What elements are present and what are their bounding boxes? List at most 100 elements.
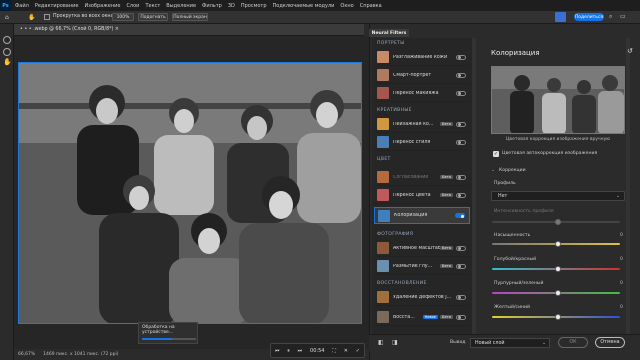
scroll-all-label: Прокрутка во всех окнах — [53, 14, 117, 19]
share-button[interactable]: Поделиться — [574, 13, 604, 21]
profile-strength-knob — [555, 219, 561, 225]
fit-screen-button[interactable]: Подогнать — [138, 13, 168, 21]
menu-file[interactable]: Файл — [15, 3, 29, 9]
beta-badge: Бета — [440, 175, 453, 179]
menu-plugins[interactable]: Подключаемые модули — [273, 3, 335, 9]
category-restoration: ВОССТАНОВЛЕНИЕ — [377, 281, 427, 286]
filter-jpeg-artifacts[interactable]: Удаление дефектов J... — [374, 289, 470, 306]
magenta-green-knob[interactable] — [555, 290, 561, 296]
filter-toggle[interactable] — [456, 314, 466, 320]
filter-skin-smoothing[interactable]: Разглаживание кожи — [374, 49, 470, 66]
cyan-red-knob[interactable] — [555, 266, 561, 272]
colorize-preview[interactable] — [491, 66, 625, 134]
close-icon[interactable]: ✕ — [344, 348, 348, 354]
filter-thumbnail — [377, 87, 389, 99]
check-icon[interactable]: ✓ — [356, 348, 360, 354]
preview-image — [492, 67, 624, 133]
filter-thumbnail — [377, 291, 389, 303]
menu-help[interactable]: Справка — [360, 3, 382, 9]
menu-image[interactable]: Изображение — [84, 3, 120, 9]
cancel-button[interactable]: Отмена — [595, 337, 625, 348]
forward-icon[interactable]: ⏭ — [298, 348, 303, 354]
settings-title: Колоризация — [491, 49, 540, 57]
zoom-out-icon[interactable] — [3, 48, 11, 56]
workspace-icon[interactable]: ▭ — [620, 13, 626, 20]
chevron-down-icon[interactable]: ⌄ — [491, 168, 495, 173]
filter-color-transfer[interactable]: Перенос цвета Бета — [374, 187, 470, 204]
reset-icon[interactable]: ↺ — [627, 47, 633, 55]
filter-style-transfer[interactable]: Перенос стиля — [374, 134, 470, 151]
auto-color-checkbox[interactable]: ✓ — [493, 151, 499, 157]
cloud-icon[interactable] — [555, 12, 566, 22]
menu-filter[interactable]: Фильтр — [202, 3, 222, 9]
corrections-header[interactable]: Коррекции — [499, 168, 526, 173]
progress-bar — [142, 338, 196, 340]
profile-value: Нет — [498, 193, 508, 199]
saturation-label: Насыщенность — [494, 233, 531, 238]
rewind-icon[interactable]: ⏮ — [275, 348, 280, 354]
beta-badge: Бета — [440, 264, 453, 268]
zoom-in-icon[interactable] — [3, 36, 11, 44]
auto-color-label: Цветовая автокоррекция изображения — [502, 151, 598, 156]
filter-toggle[interactable] — [455, 213, 465, 218]
pause-icon[interactable]: ⏸ — [287, 348, 290, 354]
output-select[interactable]: Новый слой ⌄ — [470, 338, 550, 348]
filter-toggle[interactable] — [456, 139, 466, 145]
zoom-level[interactable]: 66,67% — [18, 352, 35, 357]
home-icon[interactable]: ⌂ — [5, 14, 9, 21]
filter-toggle[interactable] — [456, 245, 466, 251]
tools-panel: ✋ — [0, 24, 14, 360]
filter-toggle[interactable] — [456, 72, 466, 78]
filter-toggle[interactable] — [456, 294, 466, 300]
filter-toggle[interactable] — [456, 54, 466, 60]
menu-edit[interactable]: Редактирование — [35, 3, 79, 9]
filter-depth-blur[interactable]: Размытие глу... Бета — [374, 258, 470, 275]
filter-toggle[interactable] — [456, 121, 466, 127]
filter-thumbnail — [377, 260, 389, 272]
filter-super-zoom[interactable]: Активное масштабир. Бета — [374, 240, 470, 257]
filter-toggle[interactable] — [456, 192, 466, 198]
processing-progress: Обработка на устройстве... — [138, 322, 198, 344]
filter-smart-portrait[interactable]: Смарт-портрет — [374, 67, 470, 84]
filter-toggle[interactable] — [456, 263, 466, 269]
menu-select[interactable]: Выделение — [166, 3, 196, 9]
progress-label: Обработка на устройстве... — [142, 325, 175, 335]
filter-landscape-mixer[interactable]: Пейзажная ко... Бета — [374, 116, 470, 133]
scroll-all-checkbox[interactable] — [44, 14, 50, 20]
hand-icon[interactable]: ✋ — [3, 58, 12, 66]
menu-type[interactable]: Текст — [145, 3, 160, 9]
preview-toggle-icon[interactable]: ◨ — [392, 339, 398, 346]
chevron-down-icon: ⌄ — [615, 193, 620, 199]
zoom-100-button[interactable]: 100% — [112, 13, 134, 21]
crop-icon[interactable]: ⛶ — [332, 348, 336, 354]
yellow-blue-knob[interactable] — [555, 314, 561, 320]
filter-harmonization[interactable]: Согласование Бета — [374, 169, 470, 186]
menu-window[interactable]: Окно — [340, 3, 353, 9]
profile-select[interactable]: Нет ⌄ — [491, 191, 625, 201]
cyan-red-value: 0 — [620, 257, 623, 262]
fill-screen-button[interactable]: Полный экран — [172, 13, 208, 21]
filter-colorize[interactable]: Колоризация — [374, 207, 470, 224]
filter-toggle[interactable] — [456, 90, 466, 96]
document-photo[interactable] — [18, 62, 362, 324]
yellow-blue-value: 0 — [620, 305, 623, 310]
cyan-red-label: Голубой/красный — [494, 257, 537, 262]
document-tab[interactable]: • • • .webp @ 66,7% (Слой 0, RGB/8*) × — [14, 24, 364, 36]
menu-3d[interactable]: 3D — [228, 3, 235, 9]
menu-layers[interactable]: Слои — [126, 3, 139, 9]
photoshop-logo: Ps — [0, 0, 11, 11]
profile-label: Профиль — [494, 181, 516, 186]
ok-button[interactable]: ОК — [558, 337, 588, 348]
filter-thumbnail — [377, 69, 389, 81]
neural-filters-tab[interactable]: Neural Filters — [369, 29, 409, 37]
filter-photo-restoration[interactable]: Восста... Новое Бета — [374, 309, 470, 326]
beta-badge: Бета — [440, 315, 453, 319]
menu-view[interactable]: Просмотр — [241, 3, 267, 9]
saturation-knob[interactable] — [555, 241, 561, 247]
profile-strength-label: Интенсивность профиля — [494, 209, 554, 214]
filter-toggle[interactable] — [456, 174, 466, 180]
filter-makeup-transfer[interactable]: Перенос макияжа — [374, 85, 470, 102]
search-icon[interactable]: ⌕ — [609, 13, 612, 21]
layers-icon[interactable]: ◧ — [378, 339, 384, 346]
settings-scrollbar[interactable] — [626, 38, 630, 334]
